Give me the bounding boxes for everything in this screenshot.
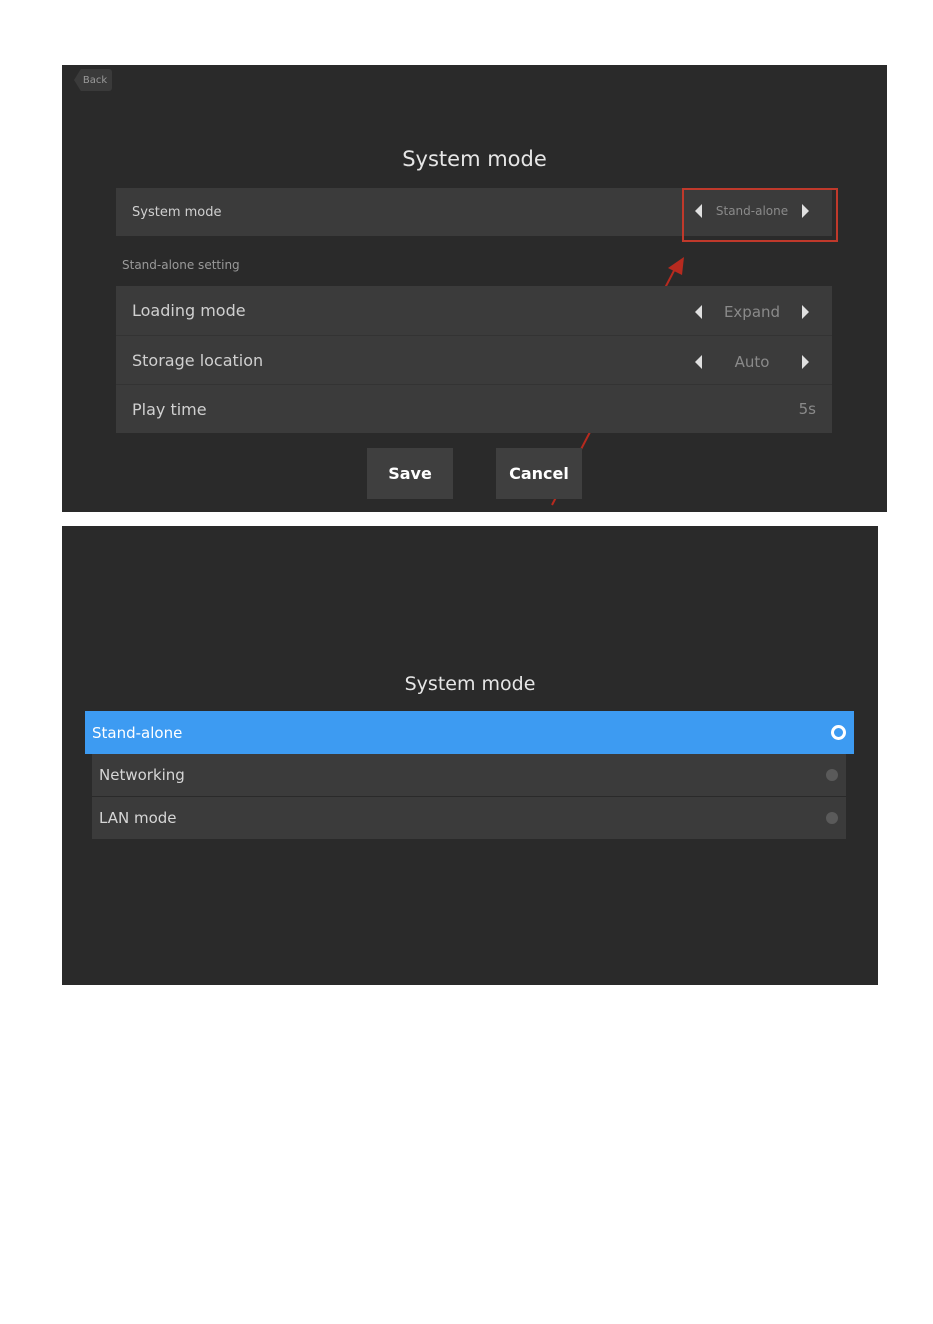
option-label: LAN mode [99,809,177,827]
play-time-row[interactable]: Play time 5s [116,384,832,433]
annotation-arrow-head [668,257,684,275]
arrow-left-icon[interactable] [695,355,702,369]
radio-icon [826,812,838,824]
section-label: Stand-alone setting [122,258,240,272]
save-button[interactable]: Save [367,448,453,499]
system-mode-settings-screen: Back System mode System mode Stand-alone… [62,65,887,512]
loading-mode-value: Expand [723,303,781,321]
radio-selected-icon [831,725,846,740]
option-label: Networking [99,766,185,784]
option-label: Stand-alone [92,723,183,742]
system-mode-picker-screen: System mode Stand-alone Networking LAN m… [62,526,878,985]
cancel-button[interactable]: Cancel [496,448,582,499]
picker-title: System mode [404,673,536,695]
storage-location-row[interactable]: Storage location Auto [116,335,832,384]
arrow-right-icon[interactable] [802,305,809,319]
play-time-label: Play time [132,399,207,419]
storage-location-label: Storage location [132,350,264,370]
loading-mode-row[interactable]: Loading mode Expand [116,286,832,335]
arrow-right-icon[interactable] [802,355,809,369]
storage-location-selector[interactable]: Auto [695,353,813,371]
play-time-value: 5s [798,400,816,418]
arrow-left-icon[interactable] [695,305,702,319]
radio-icon [826,769,838,781]
option-stand-alone[interactable]: Stand-alone [85,711,854,754]
loading-mode-label: Loading mode [132,301,246,320]
settings-group: Loading mode Expand Storage location Aut… [116,286,832,433]
storage-location-value: Auto [734,353,770,371]
loading-mode-selector[interactable]: Expand [695,303,813,321]
option-lan-mode[interactable]: LAN mode [92,797,846,839]
option-networking[interactable]: Networking [92,754,846,796]
